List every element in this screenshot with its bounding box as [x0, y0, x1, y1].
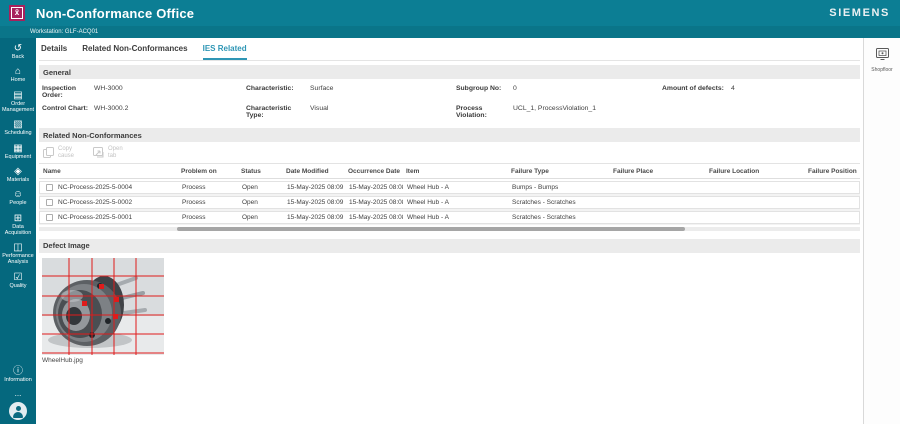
field-label: Subgroup No:	[456, 85, 513, 99]
back-icon: ↺	[0, 43, 36, 54]
shopfloor-icon	[875, 47, 890, 61]
tab-bar: Details Related Non-Conformances IES Rel…	[39, 38, 860, 61]
column-header[interactable]: Name	[39, 168, 177, 175]
home-icon: ⌂	[0, 66, 36, 77]
general-section-header: General	[39, 65, 860, 79]
field-label: Amount of defects:	[662, 85, 731, 99]
page-title: Non-Conformance Office	[36, 6, 194, 21]
shopfloor-snapshot-button[interactable]: Shopfloor	[871, 47, 892, 73]
sidebar-item-scheduling[interactable]: ▧ Scheduling	[0, 119, 36, 136]
table-body: NC-Process-2025-5-0004 Process Open 15-M…	[39, 181, 860, 225]
quality-icon: ☑	[0, 272, 36, 283]
workstation-label: Workstation: GLF-ACQ01	[30, 29, 98, 35]
column-header[interactable]: Failure Place	[609, 168, 705, 175]
table-row[interactable]: NC-Process-2025-5-0002 Process Open 15-M…	[39, 196, 860, 209]
sidebar-item-order-management[interactable]: ▤ Order Management	[0, 90, 36, 114]
copy-cause-button[interactable]: Copy cause	[42, 146, 80, 160]
sidebar-item-quality[interactable]: ☑ Quality	[0, 272, 36, 289]
horizontal-scrollbar[interactable]	[39, 227, 860, 231]
xbar-chart-app-icon: x̄	[11, 7, 23, 19]
field-label: Process Violation:	[456, 105, 513, 119]
open-tab-button[interactable]: Open tab	[92, 146, 130, 160]
column-header[interactable]: Occurrence Date	[344, 168, 402, 175]
row-checkbox[interactable]	[46, 184, 53, 191]
table-row[interactable]: NC-Process-2025-5-0001 Process Open 15-M…	[39, 211, 860, 224]
sidebar-more-button[interactable]: ...	[15, 391, 22, 397]
sidebar-item-performance-analysis[interactable]: ◫ Performance Analysis	[0, 242, 36, 266]
characteristic-type-value: Visual	[310, 105, 456, 119]
copy-icon	[42, 146, 55, 159]
sidebar-item-people[interactable]: ☺ People	[0, 189, 36, 206]
column-header[interactable]: Failure Position	[804, 168, 860, 175]
avatar-person-icon	[16, 406, 21, 411]
workstation-bar: Workstation: GLF-ACQ01	[0, 26, 900, 38]
nc-name: NC-Process-2025-5-0004	[58, 184, 132, 191]
materials-icon: ◈	[0, 166, 36, 177]
sidebar-item-equipment[interactable]: ▦ Equipment	[0, 143, 36, 160]
column-header[interactable]: Failure Location	[705, 168, 804, 175]
sidebar-item-home[interactable]: ⌂ Home	[0, 66, 36, 83]
column-header[interactable]: Date Modified	[282, 168, 344, 175]
information-icon: ⓘ	[0, 366, 36, 377]
row-checkbox[interactable]	[46, 214, 53, 221]
nc-name: NC-Process-2025-5-0002	[58, 199, 132, 206]
siemens-logo: SIEMENS	[829, 7, 890, 19]
field-label: Inspection Order:	[42, 85, 94, 99]
sidebar-item-data-acquisition[interactable]: ⊞ Data Acquisition	[0, 213, 36, 237]
data-acquisition-icon: ⊞	[0, 213, 36, 224]
equipment-icon: ▦	[0, 143, 36, 154]
sidebar-item-back[interactable]: ↺ Back	[0, 43, 36, 60]
order-management-icon: ▤	[0, 90, 36, 101]
user-avatar[interactable]	[9, 402, 27, 420]
people-icon: ☺	[0, 189, 36, 200]
scheduling-icon: ▧	[0, 119, 36, 130]
nc-name: NC-Process-2025-5-0001	[58, 214, 132, 221]
field-label: Control Chart:	[42, 105, 94, 119]
right-side-panel: Shopfloor	[863, 38, 900, 424]
general-fields: Inspection Order: WH-3000 Characteristic…	[39, 79, 860, 128]
defect-image-caption: WheelHub.jpg	[42, 357, 164, 364]
sidebar-item-information[interactable]: ⓘ Information	[0, 366, 36, 383]
characteristic-value: Surface	[310, 85, 456, 99]
table-header-row: Name Problem on Status Date Modified Occ…	[39, 164, 860, 179]
process-violation-value: UCL_1, ProcessViolation_1	[513, 105, 662, 119]
amount-of-defects-value: 4	[731, 85, 860, 99]
column-header[interactable]: Failure Type	[507, 168, 609, 175]
tab-related-non-conformances[interactable]: Related Non-Conformances	[82, 44, 187, 60]
defect-image-thumbnail[interactable]: WheelHub.jpg	[42, 258, 164, 364]
open-tab-icon	[92, 146, 105, 159]
related-nc-table: Name Problem on Status Date Modified Occ…	[39, 163, 860, 231]
related-nc-section-header: Related Non-Conformances	[39, 128, 860, 142]
column-header[interactable]: Problem on	[177, 168, 237, 175]
main-content: Details Related Non-Conformances IES Rel…	[36, 38, 863, 424]
column-header[interactable]: Status	[237, 168, 282, 175]
field-label: Characteristic:	[246, 85, 310, 99]
column-header[interactable]: Item	[402, 168, 507, 175]
performance-analysis-icon: ◫	[0, 242, 36, 253]
tab-ies-related[interactable]: IES Related	[203, 44, 247, 60]
sidebar: ↺ Back ⌂ Home ▤ Order Management ▧ Sched…	[0, 38, 36, 424]
sidebar-item-materials[interactable]: ◈ Materials	[0, 166, 36, 183]
row-checkbox[interactable]	[46, 199, 53, 206]
defect-image-section-header: Defect Image	[39, 239, 860, 253]
title-bar: x̄ Non-Conformance Office SIEMENS	[0, 0, 900, 26]
table-row[interactable]: NC-Process-2025-5-0004 Process Open 15-M…	[39, 181, 860, 194]
wheel-hub-image	[42, 258, 164, 355]
subgroup-no-value: 0	[513, 85, 662, 99]
horizontal-scrollbar-thumb[interactable]	[177, 227, 685, 231]
tab-details[interactable]: Details	[41, 44, 67, 60]
field-label: Characteristic Type:	[246, 105, 310, 119]
related-nc-toolbar: Copy cause Open tab	[39, 142, 860, 163]
inspection-order-value: WH-3000	[94, 85, 246, 99]
control-chart-value: WH-3000.2	[94, 105, 246, 119]
